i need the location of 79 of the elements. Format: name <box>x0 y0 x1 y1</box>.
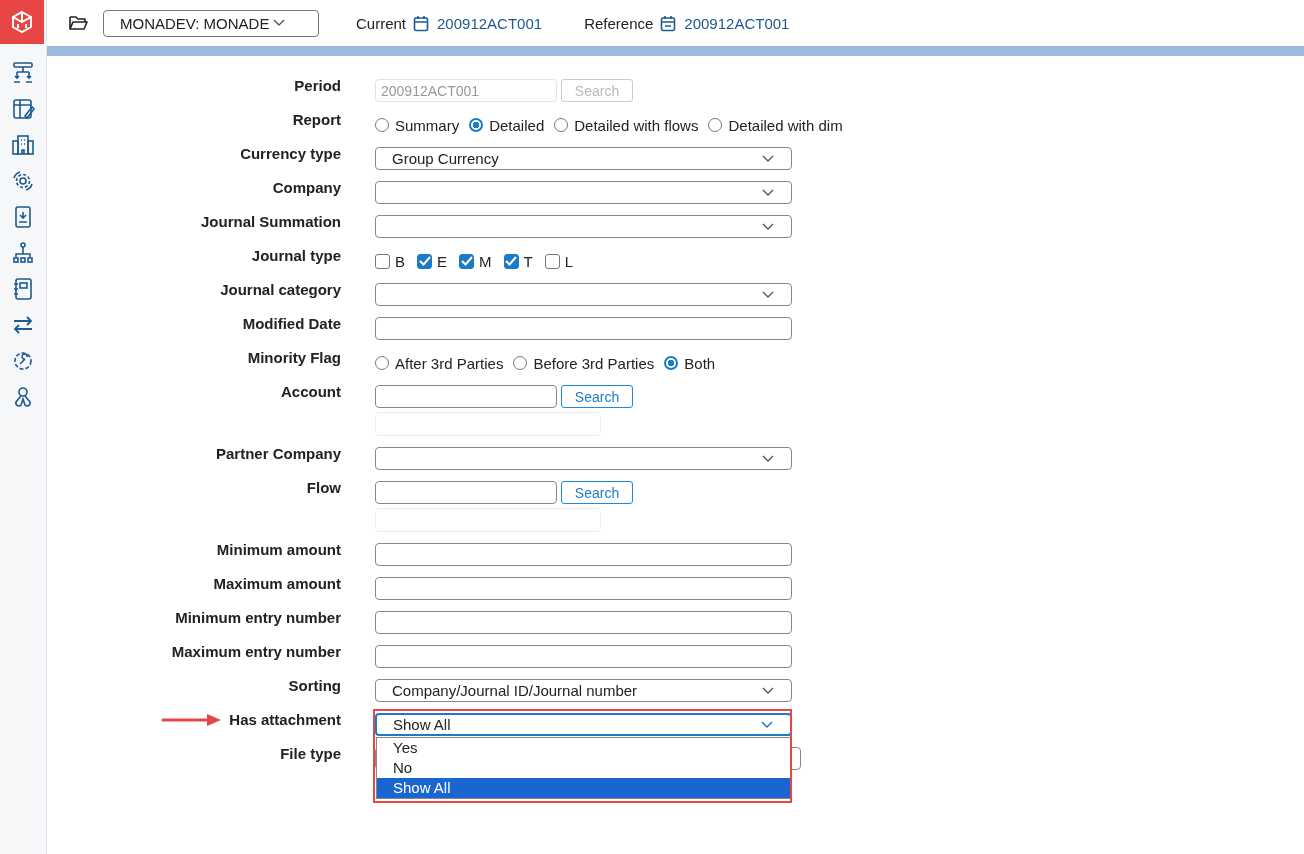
field-label: Report <box>292 111 341 128</box>
text-input-field[interactable] <box>375 611 792 634</box>
field-label: Account <box>281 383 341 400</box>
dropdown-option[interactable]: Show All <box>377 778 790 798</box>
hierarchy-icon[interactable] <box>11 241 35 265</box>
checkbox[interactable] <box>459 253 475 269</box>
checkbox-label: T <box>523 252 533 270</box>
radio-button[interactable] <box>664 356 679 370</box>
radio-label: Detailed with dim <box>728 116 843 134</box>
search-input-field[interactable] <box>375 385 557 408</box>
notebook-icon[interactable] <box>11 277 35 301</box>
reference-label: Reference <box>584 14 654 32</box>
reference-period-link[interactable]: 200912ACT001 <box>684 14 790 32</box>
current-period-link[interactable]: 200912ACT001 <box>437 14 543 32</box>
field-label: Modified Date <box>242 315 341 332</box>
radio-button[interactable] <box>469 118 484 132</box>
field-label: Currency type <box>240 145 341 162</box>
select-dropdown[interactable] <box>375 215 792 238</box>
project-dropdown[interactable]: MONADEV: MONADE <box>103 9 319 37</box>
buildings-icon[interactable] <box>11 133 35 157</box>
field-label: Partner Company <box>215 445 341 462</box>
radio-label: Detailed with flows <box>574 116 699 134</box>
checkbox-label: M <box>479 252 492 270</box>
field-label: Flow <box>306 479 341 496</box>
radio-label: Summary <box>395 116 460 134</box>
chevron-down-icon <box>762 154 774 163</box>
checkbox[interactable] <box>503 253 519 269</box>
field-label: Journal category <box>220 281 341 298</box>
text-input-field[interactable] <box>375 645 792 668</box>
select-dropdown[interactable] <box>375 181 792 204</box>
field-label: Company <box>272 179 341 196</box>
text-input-field[interactable] <box>375 577 792 600</box>
chevron-down-icon <box>762 222 774 231</box>
select-dropdown[interactable]: Group Currency <box>375 147 792 170</box>
chevron-down-icon <box>762 454 774 463</box>
gear-cycle-icon[interactable] <box>11 169 35 193</box>
radio-label: Detailed <box>489 116 545 134</box>
app-logo[interactable] <box>0 0 44 44</box>
chevron-down-icon <box>762 188 774 197</box>
chevron-down-icon <box>761 720 773 729</box>
checkbox[interactable] <box>375 253 390 269</box>
field-label: Maximum amount <box>213 575 341 592</box>
field-label: Minimum entry number <box>175 609 341 626</box>
checkbox-label: B <box>395 252 405 270</box>
checkbox-label: L <box>564 252 574 270</box>
select-dropdown[interactable] <box>375 447 792 470</box>
folder-icon[interactable] <box>68 14 88 32</box>
field-label: Minority Flag <box>247 349 341 366</box>
field-label: Sorting <box>288 677 341 694</box>
search-button[interactable]: Search <box>561 481 633 504</box>
field-label: Minimum amount <box>216 541 341 558</box>
calendar-minus-icon[interactable] <box>660 14 677 32</box>
chevron-down-icon <box>273 19 286 27</box>
field-label: Journal type <box>251 247 341 264</box>
checkbox[interactable] <box>544 253 560 269</box>
select-dropdown[interactable]: Company/Journal ID/Journal number <box>375 679 792 702</box>
radio-label: After 3rd Parties <box>395 354 504 372</box>
field-label: Maximum entry number <box>171 643 341 660</box>
radio-label: Both <box>684 354 716 372</box>
chevron-down-icon <box>762 686 774 695</box>
field-label: Period <box>294 77 341 94</box>
radio-label: Before 3rd Parties <box>533 354 655 372</box>
calendar-icon[interactable] <box>413 14 430 32</box>
text-input-field[interactable] <box>375 543 792 566</box>
flow-chart-icon[interactable] <box>11 61 35 85</box>
field-label: Has attachment <box>229 711 341 728</box>
select-dropdown[interactable] <box>375 283 792 306</box>
field-label: Journal Summation <box>200 213 341 230</box>
cube-logo-icon <box>10 10 34 34</box>
edit-sheet-icon[interactable] <box>11 97 35 121</box>
checkbox-label: E <box>437 252 448 270</box>
chevron-down-icon <box>762 290 774 299</box>
current-label: Current <box>356 14 407 32</box>
checkbox[interactable] <box>417 253 432 269</box>
text-input-field[interactable] <box>375 317 792 340</box>
field-label: File type <box>280 745 341 762</box>
search-input-field[interactable] <box>375 481 557 504</box>
select-dropdown[interactable]: Show All <box>375 713 792 736</box>
search-button[interactable]: Search <box>561 385 633 408</box>
